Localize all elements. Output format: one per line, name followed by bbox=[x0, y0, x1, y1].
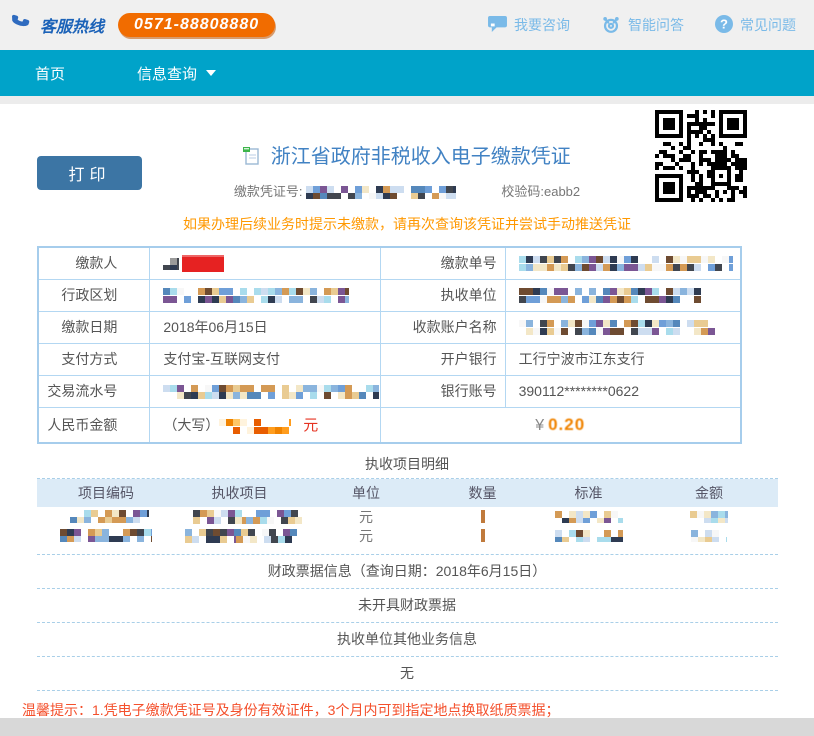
qr-code bbox=[655, 110, 747, 202]
payment-info-table: 缴款人 缴款单号 行政区划 执收单位 缴款日期 2018年06月15日 收款账户… bbox=[37, 246, 742, 444]
unit-value: 元 bbox=[304, 526, 428, 546]
transaction-no-value bbox=[150, 375, 381, 407]
amount-value: 0.20 bbox=[548, 415, 585, 434]
nav-item-info-query[interactable]: 信息查询 bbox=[137, 63, 216, 84]
table-row: 缴款人 缴款单号 bbox=[38, 247, 741, 279]
table-row: 缴款日期 2018年06月15日 收款账户名称 bbox=[38, 311, 741, 343]
order-no-value bbox=[505, 247, 741, 279]
question-circle-icon: ? bbox=[714, 14, 734, 37]
redacted-voucher-no bbox=[306, 186, 456, 199]
agency-value bbox=[505, 279, 741, 311]
bank-name-value: 工行宁波市江东支行 bbox=[505, 343, 741, 375]
items-table-row: 元 bbox=[37, 507, 778, 526]
voucher-no-label: 缴款凭证号: bbox=[234, 184, 303, 199]
items-table-header: 项目编码 执收项目 单位 数量 标准 金额 bbox=[37, 479, 778, 507]
col-header: 项目编码 bbox=[37, 483, 175, 503]
col-header: 标准 bbox=[537, 483, 640, 503]
speech-bubble-icon bbox=[487, 15, 508, 36]
items-section-title: 执收项目明细 bbox=[0, 454, 814, 474]
col-header: 金额 bbox=[640, 483, 778, 503]
print-button[interactable]: 打印 bbox=[37, 156, 142, 190]
none-text: 无 bbox=[0, 657, 814, 690]
amount-row: 人民币金额 （大写） 元 ¥0.20 bbox=[38, 407, 741, 443]
bottom-strip bbox=[0, 718, 814, 736]
table-row: 行政区划 执收单位 bbox=[38, 279, 741, 311]
bank-account-value: 390112********0622 bbox=[505, 375, 741, 407]
no-receipt-text: 未开具财政票据 bbox=[0, 589, 814, 622]
field-label: 缴款人 bbox=[38, 247, 150, 279]
check-code-value: eabb2 bbox=[544, 184, 580, 199]
nav-item-home[interactable]: 首页 bbox=[35, 63, 65, 84]
svg-text:?: ? bbox=[720, 16, 728, 31]
tip-text: 温馨提示：1.凭电子缴款凭证号及身份有效证件，3个月内可到指定地点换取纸质票据； bbox=[22, 700, 814, 720]
currency-symbol: ¥ bbox=[535, 417, 544, 434]
warning-text: 如果办理后续业务时提示未缴款，请再次查询该凭证并尝试手动推送凭证 bbox=[0, 214, 814, 234]
amount-words-value: （大写） 元 bbox=[150, 407, 381, 443]
col-header: 数量 bbox=[428, 483, 537, 503]
table-row: 交易流水号 银行账号 390112********0622 bbox=[38, 375, 741, 407]
link-smart-qa[interactable]: 智能问答 bbox=[600, 13, 684, 38]
check-code-label: 校验码: bbox=[501, 184, 544, 199]
link-consult[interactable]: 我要咨询 bbox=[487, 15, 570, 36]
field-label: 交易流水号 bbox=[38, 375, 150, 407]
unit-value: 元 bbox=[304, 507, 428, 527]
col-header: 单位 bbox=[304, 483, 428, 503]
top-header: 客服热线 0571-88808880 我要咨询 bbox=[0, 0, 814, 50]
field-label: 缴款日期 bbox=[38, 311, 150, 343]
amount-figure-cell: ¥0.20 bbox=[381, 407, 741, 443]
hotline-number-badge: 0571-88808880 bbox=[118, 13, 275, 37]
field-label: 缴款单号 bbox=[381, 247, 505, 279]
fiscal-receipt-info: 财政票据信息（查询日期：2018年6月15日） bbox=[0, 555, 814, 588]
region-value bbox=[150, 279, 381, 311]
other-business-title: 执收单位其他业务信息 bbox=[0, 623, 814, 656]
dashed-divider bbox=[37, 690, 778, 691]
account-name-value bbox=[505, 311, 741, 343]
field-label: 开户银行 bbox=[381, 343, 505, 375]
pay-method-value: 支付宝-互联网支付 bbox=[150, 343, 381, 375]
hotline-label: 客服热线 bbox=[40, 13, 104, 37]
page-title: 浙江省政府非税收入电子缴款凭证 bbox=[271, 146, 571, 168]
redacted-block bbox=[182, 255, 224, 272]
link-faq[interactable]: ? 常见问题 bbox=[714, 14, 796, 37]
hotline: 客服热线 0571-88808880 bbox=[8, 10, 275, 41]
main-nav: 首页 信息查询 bbox=[0, 50, 814, 96]
col-header: 执收项目 bbox=[175, 483, 304, 503]
voucher-page: 打印 浙江省政府非税收入电子缴款凭证 缴款凭证号: 校验码:eabb2 如果办理… bbox=[0, 104, 814, 718]
top-links: 我要咨询 智能问答 bbox=[487, 13, 796, 38]
yuan-suffix: 元 bbox=[303, 417, 318, 434]
field-label: 执收单位 bbox=[381, 279, 505, 311]
redacted-qty bbox=[481, 510, 485, 523]
field-label: 收款账户名称 bbox=[381, 311, 505, 343]
field-label: 银行账号 bbox=[381, 375, 505, 407]
document-icon bbox=[243, 147, 259, 171]
field-label: 行政区划 bbox=[38, 279, 150, 311]
chevron-down-icon bbox=[206, 70, 216, 76]
payer-value bbox=[150, 247, 381, 279]
robot-icon bbox=[600, 13, 622, 38]
field-label: 支付方式 bbox=[38, 343, 150, 375]
field-label: 人民币金额 bbox=[38, 407, 150, 443]
divider-strip bbox=[0, 96, 814, 104]
redacted-qty bbox=[481, 529, 485, 542]
table-row: 支付方式 支付宝-互联网支付 开户银行 工行宁波市江东支行 bbox=[38, 343, 741, 375]
items-table-row: 元 bbox=[37, 526, 778, 545]
pay-date-value: 2018年06月15日 bbox=[150, 311, 381, 343]
phone-icon bbox=[8, 10, 34, 41]
